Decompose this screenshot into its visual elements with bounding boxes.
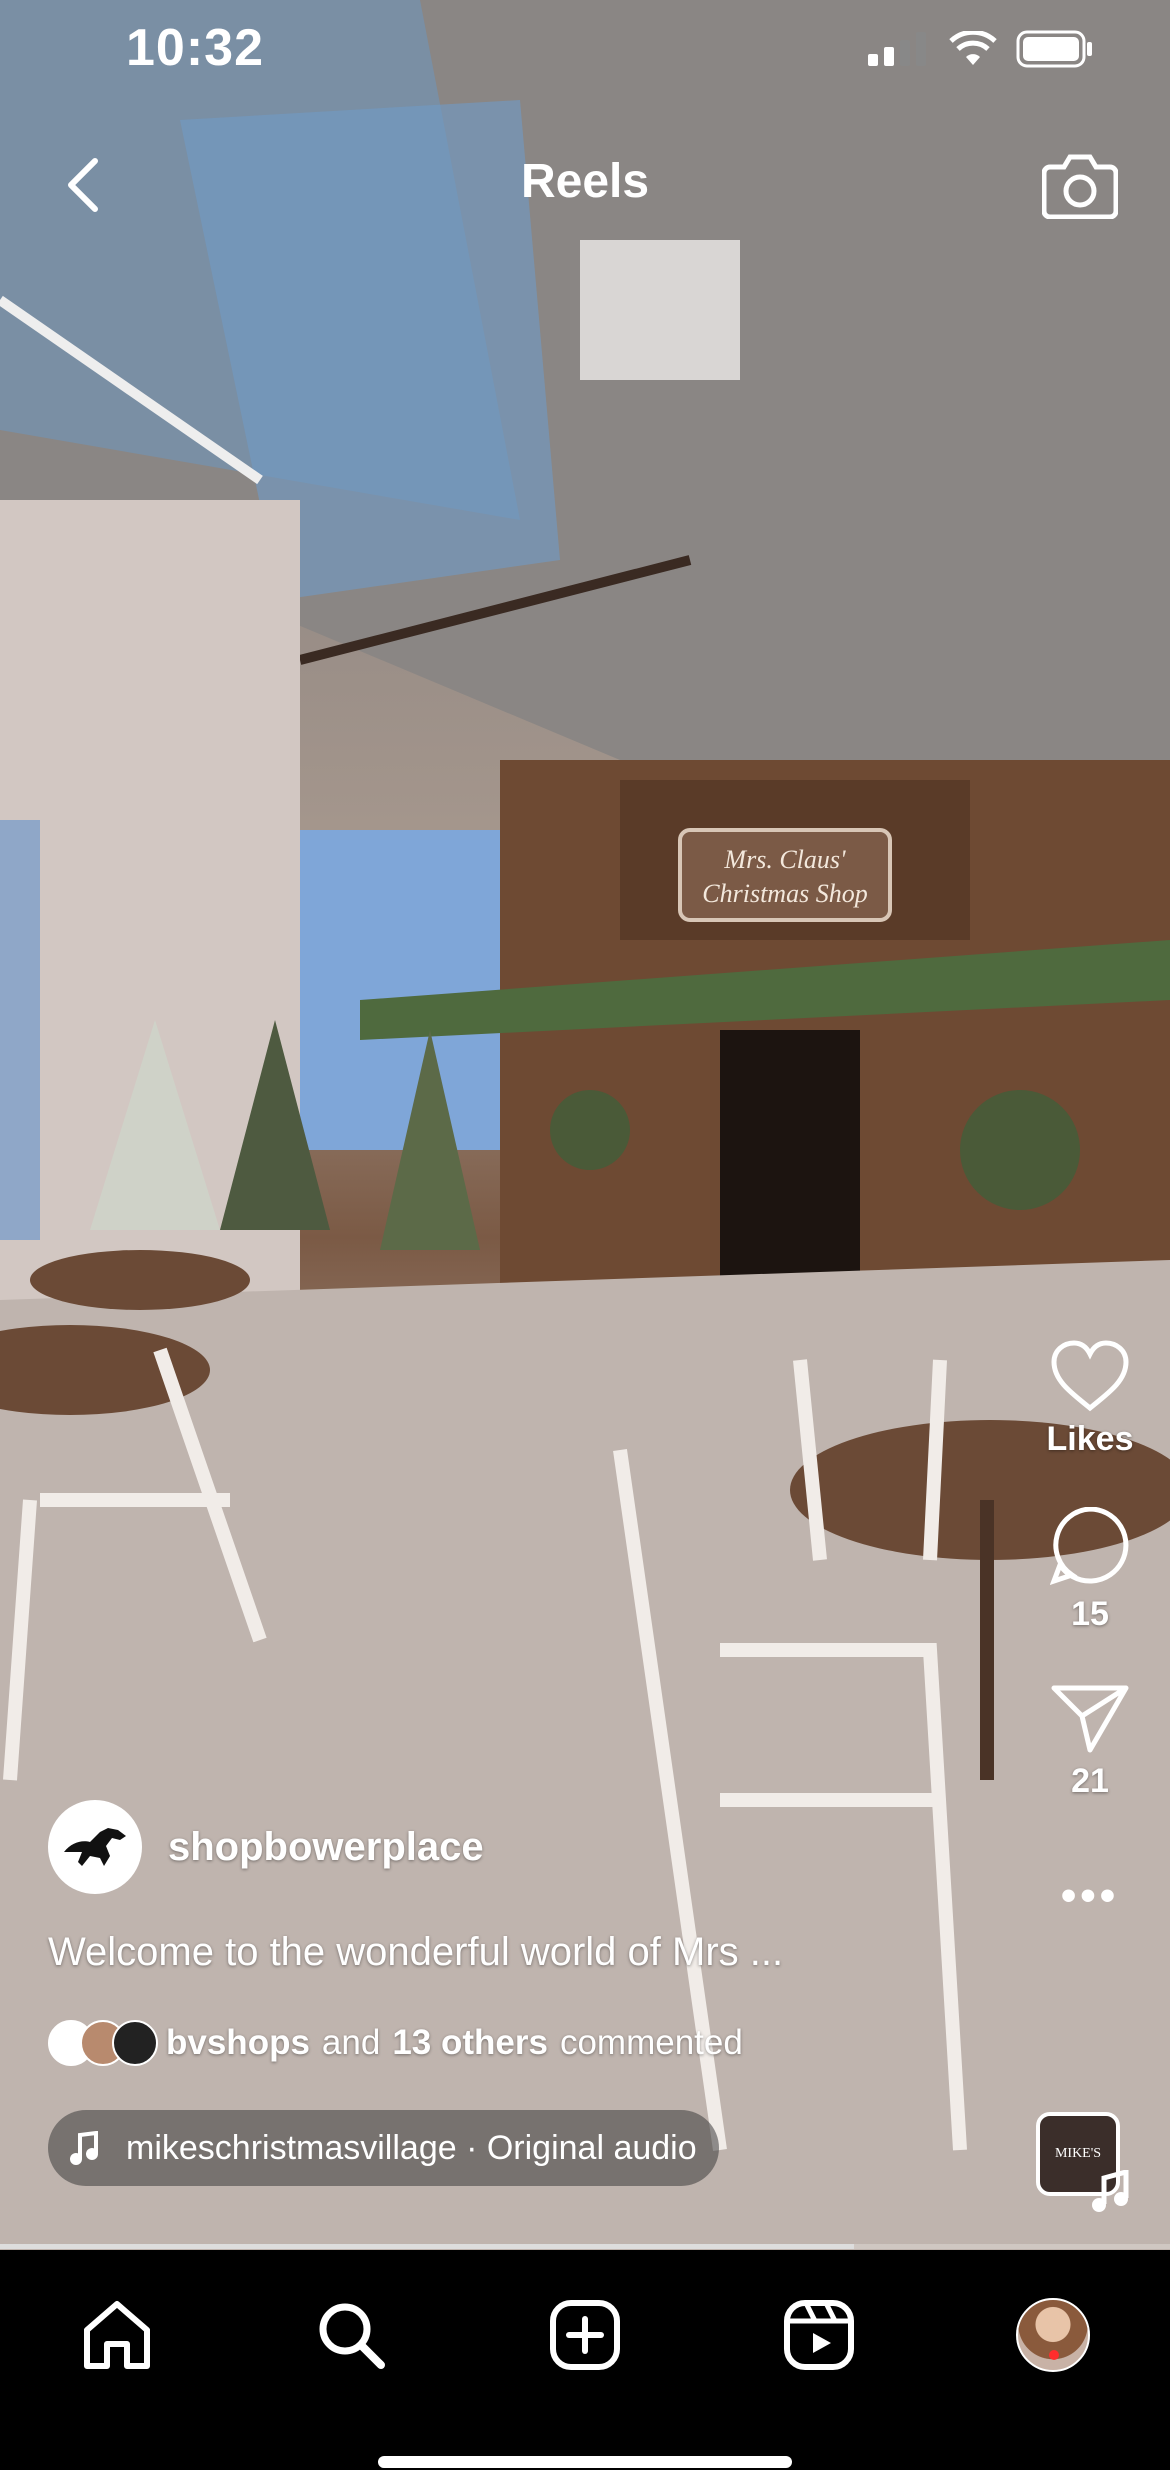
reels-icon bbox=[784, 2300, 854, 2370]
comment-bubble-icon[interactable] bbox=[1050, 1507, 1130, 1587]
notification-dot bbox=[1049, 2350, 1059, 2360]
commenter-avatar bbox=[112, 2020, 158, 2066]
profile-avatar bbox=[1016, 2298, 1090, 2372]
author-username[interactable]: shopbowerplace bbox=[168, 1825, 484, 1870]
status-time: 10:32 bbox=[126, 19, 264, 77]
music-note-icon bbox=[1092, 2170, 1129, 2212]
music-note-icon bbox=[70, 2131, 98, 2165]
status-icons bbox=[868, 30, 1094, 68]
audio-label: mikeschristmasvillage · Original audio bbox=[126, 2128, 697, 2167]
page-title: Reels bbox=[520, 155, 650, 208]
tab-reels[interactable] bbox=[774, 2290, 864, 2380]
reels-header: Reels bbox=[0, 140, 1170, 230]
video-progress[interactable] bbox=[0, 2244, 1170, 2249]
commenters-and: and bbox=[321, 2023, 381, 2062]
create-post-icon bbox=[550, 2300, 620, 2370]
commenters-summary[interactable]: bvshops and 13 others commented bbox=[48, 2020, 743, 2066]
shop-sign-line1: Mrs. Claus' bbox=[723, 845, 846, 874]
cellular-signal-icon bbox=[868, 32, 926, 66]
commenters-tail: commented bbox=[559, 2023, 743, 2062]
share-action: 21 bbox=[1050, 1682, 1130, 1801]
commenter-lead[interactable]: bvshops bbox=[166, 2023, 310, 2063]
send-icon[interactable] bbox=[1050, 1682, 1130, 1754]
post-caption[interactable]: Welcome to the wonderful world of Mrs ..… bbox=[48, 1930, 783, 1975]
more-options-icon[interactable]: ••• bbox=[1061, 1871, 1119, 1921]
home-icon bbox=[84, 2301, 150, 2369]
like-action: Likes bbox=[1047, 1340, 1134, 1459]
reel-actions: Likes 15 21 ••• bbox=[1047, 1340, 1133, 1921]
tab-create[interactable] bbox=[540, 2290, 630, 2380]
commenter-avatars bbox=[48, 2020, 158, 2066]
scene-illustration: Mrs. Claus' Christmas Shop bbox=[0, 0, 1170, 2250]
home-indicator[interactable] bbox=[378, 2456, 792, 2468]
heart-icon[interactable] bbox=[1050, 1340, 1130, 1412]
reel-video[interactable]: Mrs. Claus' Christmas Shop bbox=[0, 0, 1170, 2250]
comments-count[interactable]: 15 bbox=[1071, 1595, 1109, 1634]
tab-home[interactable] bbox=[72, 2290, 162, 2380]
audio-pill[interactable]: mikeschristmasvillage · Original audio bbox=[48, 2110, 719, 2186]
post-author[interactable]: shopbowerplace bbox=[48, 1800, 484, 1894]
tab-profile[interactable] bbox=[1008, 2290, 1098, 2380]
battery-icon bbox=[1016, 30, 1092, 68]
bottom-tab-bar bbox=[0, 2250, 1170, 2470]
status-bar: 10:32 bbox=[0, 0, 1170, 100]
horse-logo-icon bbox=[64, 1828, 126, 1866]
shop-sign-line2: Christmas Shop bbox=[702, 879, 867, 908]
shares-count[interactable]: 21 bbox=[1071, 1762, 1109, 1801]
wifi-icon bbox=[949, 31, 997, 65]
search-icon bbox=[319, 2303, 385, 2369]
likes-label[interactable]: Likes bbox=[1047, 1420, 1134, 1459]
camera-icon bbox=[1042, 154, 1118, 219]
video-progress-fill bbox=[0, 2244, 855, 2249]
author-avatar[interactable] bbox=[48, 1800, 142, 1894]
commenters-others[interactable]: 13 others bbox=[392, 2023, 548, 2063]
comment-action: 15 bbox=[1050, 1507, 1130, 1634]
camera-button[interactable] bbox=[1040, 146, 1120, 226]
tab-search[interactable] bbox=[306, 2290, 396, 2380]
